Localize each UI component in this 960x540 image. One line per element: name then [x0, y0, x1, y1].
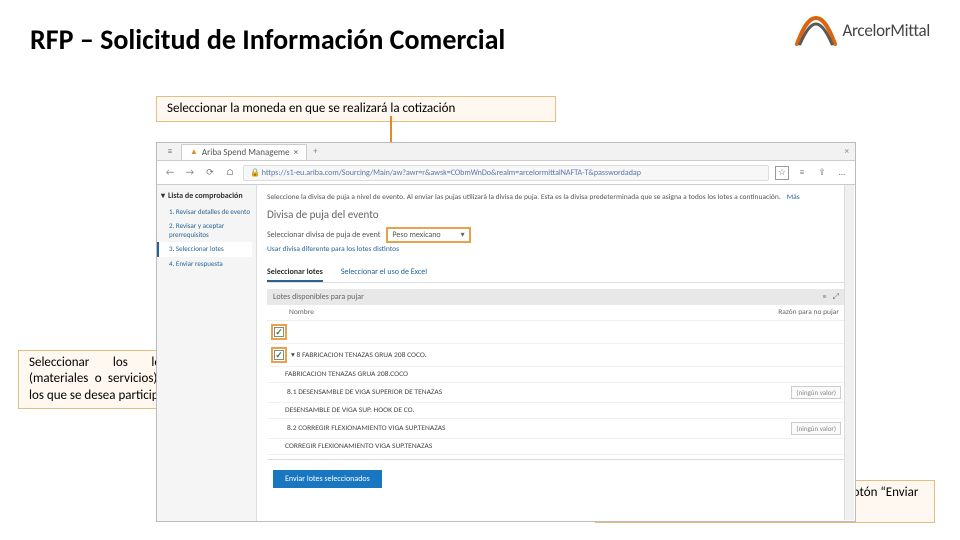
browser-titlebar: ≡ ▲ Ariba Spend Manageme × + × [157, 143, 855, 161]
chevron-down-icon[interactable]: ▾ [161, 191, 165, 201]
share-icon[interactable]: ⇪ [815, 166, 829, 180]
arcelor-mark-icon [795, 12, 837, 48]
sidebar-item-1[interactable]: 1. Revisar detalles de evento [161, 205, 252, 219]
browser-tab[interactable]: ▲ Ariba Spend Manageme × [181, 144, 307, 160]
lot-row-8-1: 8.1 DESENSAMBLE DE VIGA SUPERIOR DE TENA… [267, 383, 845, 403]
different-currency-link[interactable]: Usar divisa diferente para los lotes dis… [267, 245, 845, 254]
table-menu-icon[interactable]: ≡ [823, 292, 827, 302]
lot-8-checkbox[interactable]: ✓ [274, 350, 284, 360]
checklist-sidebar: ▾ Lista de comprobación 1. Revisar detal… [157, 185, 257, 521]
section-heading: Divisa de puja del evento [267, 208, 845, 221]
tab-select-lots[interactable]: Seleccionar lotes [267, 264, 323, 282]
url-text: https://s1-eu.ariba.com/Sourcing/Main/aw… [262, 168, 641, 178]
slide-title: RFP – Solicitud de Información Comercial [30, 22, 505, 57]
tab-use-excel[interactable]: Seleccionar el uso de Excel [341, 264, 427, 282]
back-icon[interactable]: ← [163, 166, 177, 180]
bookmark-icon[interactable]: ☆ [775, 166, 789, 180]
callout-currency: Seleccionar la moneda en que se realizar… [156, 96, 556, 122]
banner-more-link[interactable]: Más [787, 193, 800, 202]
lots-header-bar: Lotes disponibles para pujar ≡ ⤢ [267, 289, 845, 305]
reading-list-icon[interactable]: ≡ [795, 166, 809, 180]
lot-row-8-2: 8.2 CORREGIR FLEXIONAMIENTO VIGA SUP.TEN… [267, 419, 845, 439]
window-menu-icon[interactable]: ≡ [163, 145, 177, 159]
new-tab-icon[interactable]: + [313, 146, 317, 157]
reload-icon[interactable]: ⟳ [203, 166, 217, 180]
info-banner: Seleccione la divisa de puja a nivel de … [267, 189, 845, 206]
forward-icon[interactable]: → [183, 166, 197, 180]
actions-bar: Enviar lotes seleccionados [267, 459, 845, 498]
address-bar: ← → ⟳ ⌂ 🔒 https://s1-eu.ariba.com/Sourci… [157, 161, 855, 185]
browser-window: ≡ ▲ Ariba Spend Manageme × + × ← → ⟳ ⌂ 🔒… [156, 142, 856, 522]
ariba-logo-icon: ▲ [190, 147, 198, 157]
tab-close-icon[interactable]: × [294, 147, 298, 158]
submit-lots-button[interactable]: Enviar lotes seleccionados [273, 470, 382, 488]
lot-row-8-2-desc: CORREGIR FLEXIONAMIENTO VIGA SUP.TENAZAS [267, 439, 845, 455]
brand-name: ArcelorMittal [843, 20, 930, 41]
lot-row-8-1-desc: DESENSAMBLE DE VIGA SUP. HOOK DE CO. [267, 403, 845, 419]
lot-row-8: ✓ ▾ 8 FABRICACION TENAZAS GRUA 208 COCO. [267, 344, 845, 367]
currency-value: Peso mexicano [392, 230, 440, 240]
lot-tabs: Seleccionar lotes Seleccionar el uso de … [267, 264, 845, 283]
lot-row-8-desc: FABRICACION TENAZAS GRUA 208.COCO [267, 367, 845, 383]
sidebar-item-4[interactable]: 4. Enviar respuesta [161, 257, 252, 271]
main-panel: Seleccione la divisa de puja a nivel de … [257, 185, 855, 521]
sidebar-item-2[interactable]: 2. Revisar y aceptar prerrequisitos [161, 219, 252, 242]
col-name: Nombre [289, 308, 667, 317]
select-all-checkbox[interactable]: ✓ [274, 327, 284, 337]
tab-label: Ariba Spend Manageme [202, 147, 290, 158]
sidebar-item-3[interactable]: 3. Seleccionar lotes [157, 242, 252, 256]
sidebar-header: ▾ Lista de comprobación [161, 191, 252, 201]
reason-select-8-2[interactable]: (ningún valor) [791, 422, 841, 435]
currency-label: Seleccionar divisa de puja de event [267, 230, 380, 240]
home-icon[interactable]: ⌂ [223, 166, 237, 180]
more-icon[interactable]: … [835, 166, 849, 180]
url-field[interactable]: 🔒 https://s1-eu.ariba.com/Sourcing/Main/… [243, 165, 769, 181]
currency-select[interactable]: Peso mexicano ▾ [386, 227, 470, 243]
lock-icon: 🔒 [250, 168, 260, 178]
chevron-down-icon: ▾ [461, 230, 465, 240]
lots-table-header: Nombre Razón para no pujar [267, 305, 845, 321]
reason-select-8-1[interactable]: (ningún valor) [791, 386, 841, 399]
lot-row-header-check: ✓ [267, 321, 845, 344]
window-close-icon[interactable]: × [845, 146, 849, 157]
expand-icon[interactable]: ⤢ [833, 292, 839, 302]
brand-logo: ArcelorMittal [795, 12, 930, 48]
col-reason: Razón para no pujar [667, 308, 839, 317]
